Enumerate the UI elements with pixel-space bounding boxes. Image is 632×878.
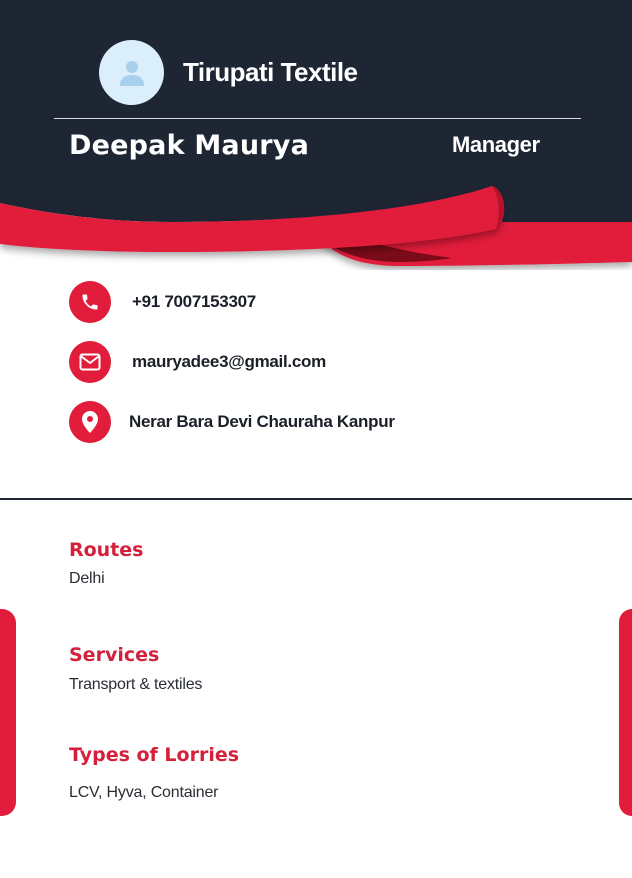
- email-address: mauryadee3@gmail.com: [132, 352, 326, 371]
- contact-email[interactable]: mauryadee3@gmail.com: [69, 341, 326, 383]
- routes-heading: Routes: [69, 539, 144, 561]
- contact-address[interactable]: Nerar Bara Devi Chauraha Kanpur: [69, 401, 395, 443]
- contact-phone[interactable]: +91 7007153307: [69, 281, 256, 323]
- person-name: Deepak Maurya: [69, 130, 309, 161]
- services-heading: Services: [69, 644, 160, 666]
- phone-number: +91 7007153307: [132, 292, 256, 311]
- lorry-types-heading: Types of Lorries: [69, 744, 240, 766]
- right-accent-tab: [619, 609, 632, 816]
- section-divider: [0, 498, 632, 500]
- phone-icon: [69, 281, 111, 323]
- company-name: Tirupati Textile: [183, 57, 358, 87]
- avatar: [99, 40, 164, 105]
- user-icon: [119, 60, 144, 86]
- services-value: Transport & textiles: [69, 676, 203, 693]
- job-title: Manager: [452, 132, 540, 157]
- location-pin-icon: [69, 401, 111, 443]
- header-divider: [54, 118, 581, 119]
- lorry-types-value: LCV, Hyva, Container: [69, 784, 219, 801]
- mail-icon: [69, 341, 111, 383]
- left-accent-tab: [0, 609, 16, 816]
- address: Nerar Bara Devi Chauraha Kanpur: [129, 412, 395, 431]
- routes-value: Delhi: [69, 570, 105, 587]
